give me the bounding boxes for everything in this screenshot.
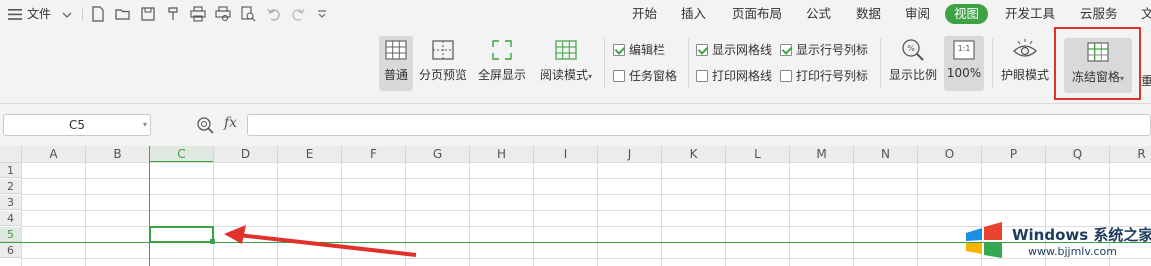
eye-protection-label: 护眼模式 bbox=[1000, 68, 1049, 82]
format-painter-icon[interactable] bbox=[165, 6, 181, 22]
chevron-down-icon[interactable]: ▾ bbox=[143, 115, 147, 135]
reading-mode-label: 阅读模式 bbox=[539, 68, 588, 82]
tab-home[interactable]: 开始 bbox=[626, 4, 663, 24]
watermark: Windows 系统之家 www.bjjmlv.com bbox=[962, 219, 1151, 263]
page-break-preview-button[interactable]: 分页预览 bbox=[417, 36, 469, 91]
next-group-label[interactable]: 重 bbox=[1141, 72, 1151, 89]
fill-handle bbox=[210, 239, 215, 244]
print-headings-label: 打印行号列标 bbox=[796, 69, 869, 83]
eye-icon bbox=[1012, 38, 1038, 62]
divider bbox=[82, 7, 83, 21]
dropdown-arrow-icon[interactable]: ▾ bbox=[588, 72, 592, 81]
tab-view[interactable]: 视图 bbox=[945, 4, 989, 24]
checkbox-unchecked[interactable] bbox=[780, 70, 792, 82]
zoom-icon: % bbox=[900, 38, 926, 62]
formula-input[interactable] bbox=[247, 114, 1151, 136]
checkbox-checked[interactable] bbox=[696, 44, 708, 56]
print-gridlines-label: 打印网格线 bbox=[712, 69, 773, 83]
tab-review[interactable]: 审阅 bbox=[899, 4, 936, 24]
checkbox-checked[interactable] bbox=[780, 44, 792, 56]
customize-toolbar-icon[interactable] bbox=[317, 9, 327, 23]
formula-bar: C5 ▾ fx bbox=[0, 105, 1151, 145]
show-headings-checkbox[interactable]: 显示行号列标 bbox=[780, 41, 868, 59]
reading-mode-icon bbox=[553, 38, 579, 62]
checkbox-unchecked[interactable] bbox=[696, 70, 708, 82]
tab-formulas[interactable]: 公式 bbox=[800, 4, 837, 24]
reading-mode-button[interactable]: 阅读模式▾ bbox=[535, 36, 597, 91]
freeze-panes-icon bbox=[1085, 40, 1111, 64]
divider bbox=[880, 38, 881, 88]
page-break-icon bbox=[430, 38, 456, 62]
file-menu[interactable]: 文件 bbox=[27, 0, 51, 28]
divider bbox=[688, 38, 689, 88]
fullscreen-button[interactable]: 全屏显示 bbox=[476, 36, 528, 91]
tab-cloud[interactable]: 云服务 bbox=[1074, 4, 1124, 24]
watermark-title: Windows 系统之家 bbox=[1012, 226, 1151, 244]
print-gridlines-checkbox[interactable]: 打印网格线 bbox=[696, 67, 772, 85]
checkbox-unchecked[interactable] bbox=[613, 70, 625, 82]
annotation-arrow bbox=[224, 225, 417, 257]
dropdown-arrow-icon[interactable]: ▾ bbox=[1120, 74, 1124, 83]
name-box-value: C5 bbox=[68, 118, 85, 132]
print-icon[interactable] bbox=[190, 6, 206, 22]
divider bbox=[992, 38, 993, 88]
zoom-100-icon-text: 1:1 bbox=[957, 44, 971, 53]
watermark-url: www.bjjmlv.com bbox=[1028, 245, 1117, 258]
save-icon[interactable] bbox=[140, 6, 156, 22]
menu-bar: 文件 开始 插入 页面布局 公式 数据 审阅 视图 开发工具 云服务 文 bbox=[0, 0, 1151, 28]
normal-view-label: 普通 bbox=[383, 68, 408, 82]
print-headings-checkbox[interactable]: 打印行号列标 bbox=[780, 67, 868, 85]
fullscreen-icon bbox=[489, 38, 515, 62]
tab-page-layout[interactable]: 页面布局 bbox=[726, 4, 788, 24]
find-icon[interactable] bbox=[240, 6, 256, 22]
freeze-panes-label: 冻结窗格 bbox=[1071, 70, 1120, 84]
new-file-icon[interactable] bbox=[90, 6, 106, 22]
page-break-label: 分页预览 bbox=[418, 68, 467, 82]
name-box[interactable]: C5 ▾ bbox=[3, 114, 151, 136]
windows-logo bbox=[962, 221, 1006, 262]
tab-overflow[interactable]: 文 bbox=[1135, 4, 1151, 24]
chevron-down-icon[interactable] bbox=[62, 9, 72, 23]
task-pane-checkbox[interactable]: 任务窗格 bbox=[613, 67, 677, 85]
zoom-100-button[interactable]: 1:1 100% bbox=[944, 36, 984, 91]
freeze-panes-button[interactable]: 冻结窗格▾ bbox=[1064, 38, 1132, 93]
edit-bar-label: 编辑栏 bbox=[629, 43, 666, 57]
eye-protection-button[interactable]: 护眼模式 bbox=[998, 36, 1052, 91]
task-pane-label: 任务窗格 bbox=[629, 69, 678, 83]
svg-text:%: % bbox=[907, 44, 915, 53]
tab-data[interactable]: 数据 bbox=[850, 4, 887, 24]
edit-bar-checkbox[interactable]: 编辑栏 bbox=[613, 41, 665, 59]
normal-view-button[interactable]: 普通 bbox=[379, 36, 413, 91]
selected-cell bbox=[149, 226, 214, 243]
tab-insert[interactable]: 插入 bbox=[675, 4, 712, 24]
tab-developer[interactable]: 开发工具 bbox=[999, 4, 1061, 24]
show-gridlines-checkbox[interactable]: 显示网格线 bbox=[696, 41, 772, 59]
divider bbox=[604, 38, 605, 88]
zoom-lookup-icon[interactable] bbox=[196, 116, 214, 137]
undo-icon[interactable] bbox=[266, 6, 282, 22]
print-preview-icon[interactable] bbox=[215, 6, 231, 22]
redo-icon[interactable] bbox=[290, 6, 306, 22]
zoom-100-label: 100% bbox=[946, 66, 982, 80]
hamburger-icon[interactable] bbox=[8, 9, 22, 20]
show-headings-label: 显示行号列标 bbox=[796, 43, 869, 57]
normal-view-icon bbox=[383, 38, 409, 62]
zoom-button[interactable]: % 显示比例 bbox=[886, 36, 940, 91]
checkbox-checked[interactable] bbox=[613, 44, 625, 56]
fullscreen-label: 全屏显示 bbox=[477, 68, 526, 82]
fx-icon[interactable]: fx bbox=[224, 115, 237, 131]
show-gridlines-label: 显示网格线 bbox=[712, 43, 773, 57]
ribbon-view: 普通 分页预览 全屏显示 阅读模式▾ 编辑栏 任务窗格 显示网格线 打印网格线 … bbox=[0, 27, 1151, 104]
zoom-label: 显示比例 bbox=[888, 68, 937, 82]
zoom-100-icon: 1:1 bbox=[951, 38, 977, 62]
open-folder-icon[interactable] bbox=[115, 6, 131, 22]
